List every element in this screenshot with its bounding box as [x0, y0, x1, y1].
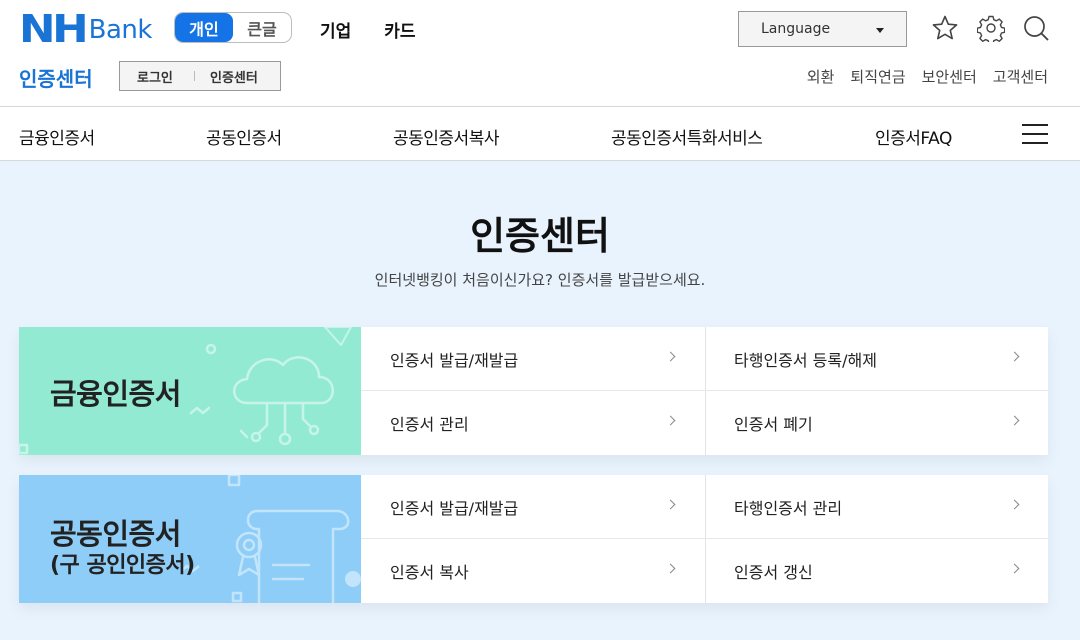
chevron-right-icon	[1009, 563, 1020, 574]
link-label: 인증서 갱신	[734, 563, 813, 582]
divider	[705, 475, 706, 603]
search-icon[interactable]	[1022, 14, 1050, 42]
top-nav-card[interactable]: 카드	[384, 17, 415, 42]
financial-cert-title: 금융인증서	[50, 377, 181, 411]
view-mode-toggle: 개인 큰글	[174, 12, 292, 43]
hamburger-menu-icon[interactable]	[1022, 124, 1048, 144]
financial-cert-card: 금융인증서 인증서 발급/재발급 타행인증서 등록/해제 인증서 관리 인증서 …	[19, 327, 1048, 455]
cert-center-button[interactable]: 인증센터	[195, 67, 258, 86]
header-divider	[0, 106, 1080, 107]
nav-joint-cert-copy[interactable]: 공동인증서복사	[393, 124, 499, 149]
utility-links: 외환 퇴직연금 보안센터 고객센터	[807, 66, 1048, 87]
chevron-right-icon	[665, 563, 676, 574]
main-content: 인증센터 인터넷뱅킹이 처음이신가요? 인증서를 발급받으세요. 금융인증서 인…	[0, 160, 1080, 640]
chevron-right-icon	[665, 351, 676, 362]
nav-joint-cert[interactable]: 공동인증서	[206, 124, 282, 149]
link-label: 인증서 관리	[390, 415, 469, 434]
card1-link-revoke[interactable]: 인증서 폐기	[705, 391, 1048, 455]
link-label: 인증서 복사	[390, 563, 469, 582]
link-label: 인증서 폐기	[734, 415, 813, 434]
joint-cert-banner: 공동인증서 (구 공인인증서)	[19, 475, 361, 603]
language-select-label: Language	[761, 21, 831, 37]
financial-cert-banner: 금융인증서	[19, 327, 361, 455]
util-link-pension[interactable]: 퇴직연금	[850, 66, 905, 87]
chevron-right-icon	[665, 415, 676, 426]
chevron-right-icon	[1009, 499, 1020, 510]
joint-cert-card: 공동인증서 (구 공인인증서) 인증서 발급/재발급 타행인증서 관리 인증서 …	[19, 475, 1048, 603]
chevron-right-icon	[1009, 351, 1020, 362]
toggle-large-text[interactable]: 큰글	[233, 13, 291, 42]
card2-link-copy[interactable]: 인증서 복사	[361, 539, 704, 603]
divider	[361, 390, 1048, 391]
nav-cert-faq[interactable]: 인증서FAQ	[875, 124, 952, 149]
link-label: 인증서 발급/재발급	[390, 499, 519, 518]
nh-bank-logo[interactable]: NH Bank	[19, 7, 153, 51]
card1-link-manage[interactable]: 인증서 관리	[361, 391, 704, 455]
page-subtitle: 인터넷뱅킹이 처음이신가요? 인증서를 발급받으세요.	[374, 271, 706, 289]
card1-link-issue[interactable]: 인증서 발급/재발급	[361, 327, 704, 391]
logo-nh-text: NH	[19, 7, 89, 51]
logo-bank-text: Bank	[88, 15, 153, 45]
nav-joint-cert-special[interactable]: 공동인증서특화서비스	[611, 124, 763, 149]
star-icon[interactable]	[931, 14, 959, 42]
card2-link-renew[interactable]: 인증서 갱신	[705, 539, 1048, 603]
chevron-right-icon	[665, 499, 676, 510]
util-link-customer[interactable]: 고객센터	[993, 66, 1048, 87]
login-button[interactable]: 로그인	[120, 67, 194, 86]
top-nav-corporate[interactable]: 기업	[320, 17, 351, 42]
link-label: 타행인증서 관리	[734, 499, 843, 518]
language-select[interactable]: Language	[738, 11, 907, 47]
card2-link-other-bank-manage[interactable]: 타행인증서 관리	[705, 475, 1048, 539]
util-link-forex[interactable]: 외환	[807, 66, 835, 87]
page-title: 인증센터	[470, 214, 610, 258]
divider	[705, 327, 706, 455]
toggle-personal[interactable]: 개인	[175, 13, 233, 42]
link-label: 타행인증서 등록/해제	[734, 351, 877, 370]
util-link-security[interactable]: 보안센터	[922, 66, 977, 87]
top-nav: 기업 카드	[320, 17, 416, 42]
chevron-right-icon	[1009, 415, 1020, 426]
main-nav: 금융인증서 공동인증서 공동인증서복사 공동인증서특화서비스 인증서FAQ	[0, 124, 1080, 149]
sub-button-group: 로그인 인증센터	[119, 61, 281, 91]
caret-down-icon	[876, 28, 884, 33]
gear-icon[interactable]	[977, 14, 1005, 42]
link-label: 인증서 발급/재발급	[390, 351, 519, 370]
card2-link-issue[interactable]: 인증서 발급/재발급	[361, 475, 704, 539]
section-title[interactable]: 인증센터	[19, 63, 93, 92]
divider	[361, 538, 1048, 539]
joint-cert-subtitle: (구 공인인증서)	[50, 553, 195, 578]
nav-financial-cert[interactable]: 금융인증서	[19, 124, 95, 149]
card1-link-other-bank-register[interactable]: 타행인증서 등록/해제	[705, 327, 1048, 391]
